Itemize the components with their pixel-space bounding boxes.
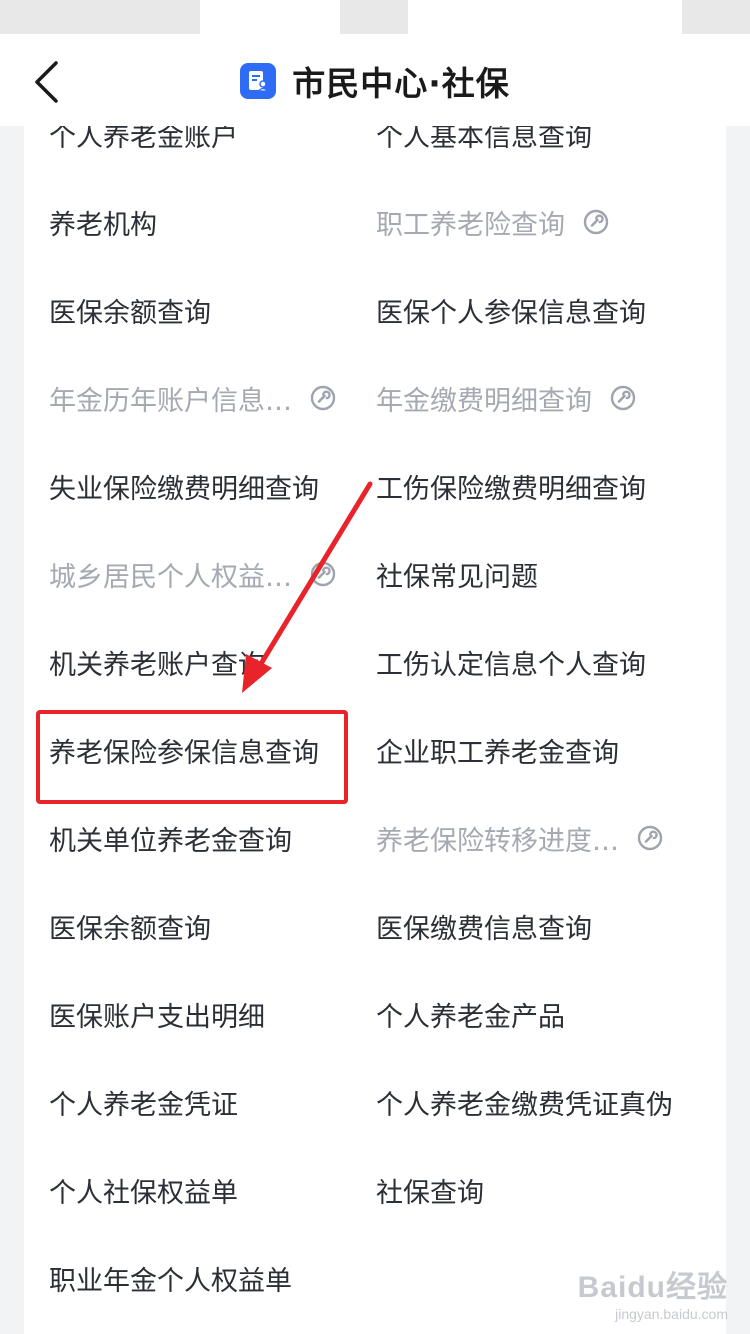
service-item[interactable]: 个人养老金产品 [376,984,565,1044]
page-title: 市民中心·社保 [292,64,510,103]
service-item[interactable]: 年金历年账户信息… [49,368,336,428]
service-item-label: 社保常见问题 [376,561,538,593]
service-item[interactable]: 失业保险缴费明细查询 [49,456,319,516]
service-item[interactable]: 职工养老险查询 [376,192,609,252]
service-item-label: 机关养老账户查询 [49,649,265,681]
service-item-label: 个人养老金凭证 [49,1089,238,1121]
service-item[interactable]: 企业职工养老金查询 [376,720,619,780]
title-wrap: 市民中心·社保 [0,36,750,126]
service-item-label: 个人养老金缴费凭证真伪 [376,1089,673,1121]
service-item-label: 个人养老金产品 [376,1001,565,1033]
navigation-header: 市民中心·社保 [0,36,750,126]
service-item-label: 年金缴费明细查询 [376,385,592,417]
blurred-status-center [340,0,408,34]
maintenance-icon [310,561,336,587]
service-item[interactable]: 医保个人参保信息查询 [376,280,646,340]
watermark-url: jingyan.baidu.com [615,1306,728,1322]
service-item-label: 医保缴费信息查询 [376,913,592,945]
service-item-label: 职业年金个人权益单 [49,1265,292,1297]
service-item[interactable]: 社保查询 [376,1160,484,1220]
service-item[interactable]: 医保账户支出明细 [49,984,265,1044]
maintenance-icon [610,385,636,411]
watermark-logo: Baidu经验 [577,1271,728,1304]
service-item[interactable]: 机关单位养老金查询 [49,808,292,868]
service-item[interactable]: 养老保险转移进度… [376,808,663,868]
service-item-label: 医保余额查询 [49,913,211,945]
blurred-status-left [0,0,200,34]
service-item[interactable]: 城乡居民个人权益… [49,544,336,604]
document-user-icon [240,63,277,99]
service-item[interactable]: 年金缴费明细查询 [376,368,636,428]
service-card: 个人养老金账户 养老机构 医保余额查询 年金历年账户信息… 失业保险缴费明细查询 城乡居民… [24,100,726,1334]
service-item[interactable]: 养老机构 [49,192,157,252]
service-item-label: 养老机构 [49,209,157,241]
service-item[interactable]: 职业年金个人权益单 [49,1248,292,1308]
service-item[interactable]: 医保余额查询 [49,896,211,956]
service-item-label: 医保个人参保信息查询 [376,297,646,329]
service-item-label: 工伤认定信息个人查询 [376,649,646,681]
service-item[interactable]: 工伤认定信息个人查询 [376,632,646,692]
maintenance-icon [310,385,336,411]
service-item[interactable]: 个人养老金凭证 [49,1072,238,1132]
service-item-label: 企业职工养老金查询 [376,737,619,769]
service-item-label: 机关单位养老金查询 [49,825,292,857]
maintenance-icon [637,825,663,851]
service-item-label: 城乡居民个人权益… [49,561,292,593]
service-item-label: 养老保险参保信息查询 [49,737,319,769]
service-item-label: 职工养老险查询 [376,209,565,241]
service-item-label: 年金历年账户信息… [49,385,292,417]
service-item[interactable]: 个人社保权益单 [49,1160,238,1220]
service-item[interactable]: 社保常见问题 [376,544,538,604]
maintenance-icon [583,209,609,235]
service-item-label: 失业保险缴费明细查询 [49,473,319,505]
service-item-label: 社保查询 [376,1177,484,1209]
service-item[interactable]: 机关养老账户查询 [49,632,265,692]
service-item-label: 医保余额查询 [49,297,211,329]
service-item-label: 养老保险转移进度… [376,825,619,857]
service-item-label: 个人社保权益单 [49,1177,238,1209]
service-item-label: 医保账户支出明细 [49,1001,265,1033]
status-bar [0,0,750,36]
service-item[interactable]: 医保缴费信息查询 [376,896,592,956]
blurred-status-right [682,0,750,34]
service-item-label: 工伤保险缴费明细查询 [376,473,646,505]
service-item[interactable]: 个人养老金缴费凭证真伪 [376,1072,673,1132]
service-item[interactable]: 养老保险参保信息查询 [49,720,319,780]
service-item[interactable]: 工伤保险缴费明细查询 [376,456,646,516]
service-item[interactable]: 医保余额查询 [49,280,211,340]
watermark: Baidu经验 jingyan.baidu.com [578,1262,728,1322]
